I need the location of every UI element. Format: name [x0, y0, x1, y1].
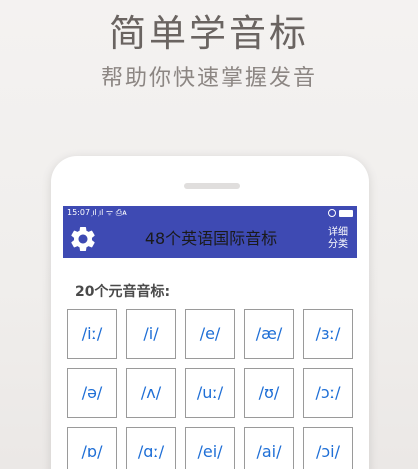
- vowel-cell[interactable]: /æ/: [244, 309, 294, 359]
- detail-category-button[interactable]: 详细 分类: [327, 227, 349, 251]
- detail-line-2: 分类: [328, 239, 348, 250]
- phone-screen: 15:07 ᷊ıl ᷊ıl ᯤ ⎙ᴀ 48个英语国际音标 详细 分类 20个元音…: [63, 206, 357, 469]
- vowel-grid: /iː/ /i/ /e/ /æ/ /ɜː/ /ə/ /ʌ/ /uː/ /ʊ/ /…: [67, 309, 357, 469]
- vowel-cell[interactable]: /ɔː/: [303, 368, 353, 418]
- vowel-cell[interactable]: /ɔi/: [303, 427, 353, 469]
- status-bar: 15:07 ᷊ıl ᷊ıl ᯤ ⎙ᴀ: [63, 206, 357, 220]
- detail-line-1: 详细: [328, 227, 348, 238]
- vowel-cell[interactable]: /ʊ/: [244, 368, 294, 418]
- promo-subline: 帮助你快速掌握发音: [100, 66, 317, 91]
- vowel-cell[interactable]: /uː/: [185, 368, 235, 418]
- status-bar-right: [328, 209, 353, 217]
- vowel-cell[interactable]: /ɒ/: [67, 427, 117, 469]
- battery-icon: [339, 209, 353, 217]
- toolbar-title: 48个英语国际音标: [144, 229, 278, 248]
- phone-speaker: [184, 183, 240, 189]
- vowel-cell[interactable]: /i/: [126, 309, 176, 359]
- vowel-cell[interactable]: /ei/: [185, 427, 235, 469]
- phone-frame: 15:07 ᷊ıl ᷊ıl ᯤ ⎙ᴀ 48个英语国际音标 详细 分类 20个元音…: [51, 156, 369, 469]
- vowel-cell[interactable]: /ɑː/: [126, 427, 176, 469]
- gear-icon[interactable]: [68, 224, 98, 254]
- vowel-cell[interactable]: /e/: [185, 309, 235, 359]
- vowel-cell[interactable]: /ɜː/: [303, 309, 353, 359]
- app-toolbar: 48个英语国际音标 详细 分类: [63, 220, 357, 258]
- status-bar-left: 15:07 ᷊ıl ᷊ıl ᯤ ⎙ᴀ: [67, 208, 127, 217]
- vowel-cell[interactable]: /iː/: [67, 309, 117, 359]
- vowel-cell[interactable]: /ai/: [244, 427, 294, 469]
- alarm-icon: [328, 209, 336, 217]
- vowel-cell[interactable]: /ʌ/: [126, 368, 176, 418]
- promo-headline: 简单学音标: [109, 12, 309, 55]
- vowel-section-title: 20个元音音标:: [75, 284, 171, 300]
- vowel-cell[interactable]: /ə/: [67, 368, 117, 418]
